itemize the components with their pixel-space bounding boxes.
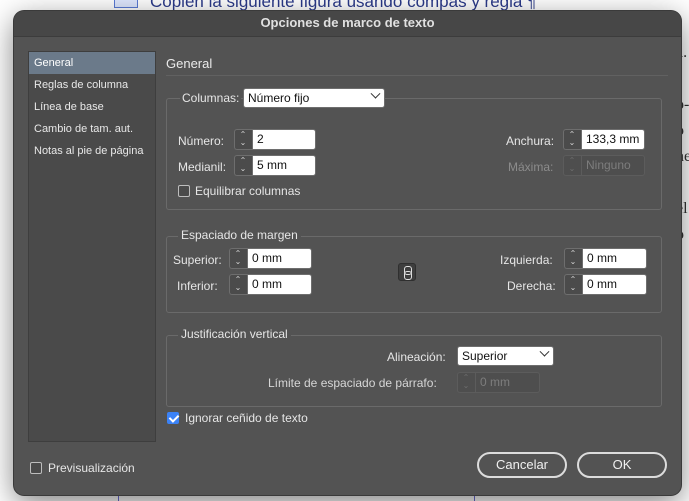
ignore-text-wrap-label[interactable]: Ignorar ceñido de texto xyxy=(185,411,308,425)
number-label: Número: xyxy=(178,134,225,148)
stepper-down-icon: ⌄ xyxy=(462,381,470,390)
chevron-down-icon xyxy=(539,346,550,357)
width-label: Anchura: xyxy=(506,134,555,148)
inset-top-input[interactable]: 0 mm xyxy=(247,248,312,269)
number-input[interactable]: 2 xyxy=(252,129,316,150)
inset-right-stepper[interactable]: ⌃ ⌄ xyxy=(564,274,582,295)
gutter-stepper[interactable]: ⌃ ⌄ xyxy=(234,155,252,176)
section-title: General xyxy=(166,56,213,71)
chevron-down-icon xyxy=(370,88,381,99)
balance-columns-label[interactable]: Equilibrar columnas xyxy=(195,184,300,198)
stepper-down-icon[interactable]: ⌄ xyxy=(569,258,577,266)
stepper-down-icon[interactable]: ⌄ xyxy=(568,139,576,147)
inset-spacing-title: Espaciado de margen xyxy=(178,228,301,242)
inset-top-label: Superior: xyxy=(173,253,222,267)
max-field: ⌃ ⌄ Ninguno xyxy=(563,155,645,176)
stepper-down-icon[interactable]: ⌄ xyxy=(234,258,242,266)
vertical-justification-group: Justificación vertical Alineación: Super… xyxy=(166,327,662,407)
spacing-limit-input: 0 mm xyxy=(475,372,540,393)
inset-right-field[interactable]: ⌃ ⌄ 0 mm xyxy=(564,274,647,295)
chain-link-icon[interactable] xyxy=(398,263,416,281)
max-input: Ninguno xyxy=(581,155,645,176)
inset-left-stepper[interactable]: ⌃ ⌄ xyxy=(564,248,582,269)
inset-top-field[interactable]: ⌃ ⌄ 0 mm xyxy=(229,248,312,269)
sidebar-item-column-rules[interactable]: Reglas de columna xyxy=(29,74,155,96)
alignment-select[interactable]: Superior xyxy=(457,346,554,366)
stepper-down-icon[interactable]: ⌄ xyxy=(239,139,247,147)
gutter-field[interactable]: ⌃ ⌄ 5 mm xyxy=(234,155,316,176)
dialog-title: Opciones de marco de texto xyxy=(14,11,681,37)
stepper-down-icon: ⌄ xyxy=(568,164,576,173)
gutter-label: Medianil: xyxy=(178,160,227,174)
inset-left-label: Izquierda: xyxy=(500,253,553,267)
inset-bottom-label: Inferior: xyxy=(177,279,218,293)
inset-bottom-field[interactable]: ⌃ ⌄ 0 mm xyxy=(229,274,312,295)
inset-right-label: Derecha: xyxy=(507,279,556,293)
columns-type-select[interactable]: Número fijo xyxy=(243,88,385,108)
max-stepper: ⌃ ⌄ xyxy=(563,155,581,176)
cancel-button[interactable]: Cancelar xyxy=(477,452,567,478)
sidebar: General Reglas de columna Línea de base … xyxy=(28,51,156,442)
inset-right-input[interactable]: 0 mm xyxy=(582,274,647,295)
width-field[interactable]: ⌃ ⌄ 133,3 mm xyxy=(563,129,645,150)
balance-columns-checkbox[interactable] xyxy=(178,185,190,197)
sidebar-item-baseline[interactable]: Línea de base xyxy=(29,96,155,118)
inset-left-input[interactable]: 0 mm xyxy=(582,248,647,269)
sidebar-item-auto-size[interactable]: Cambio de tam. aut. xyxy=(29,118,155,140)
inset-bottom-input[interactable]: 0 mm xyxy=(247,274,312,295)
gutter-input[interactable]: 5 mm xyxy=(252,155,316,176)
width-input[interactable]: 133,3 mm xyxy=(581,129,645,150)
max-label: Máxima: xyxy=(508,160,554,174)
sidebar-item-footnotes[interactable]: Notas al pie de página xyxy=(29,140,155,162)
number-stepper[interactable]: ⌃ ⌄ xyxy=(234,129,252,150)
inset-bottom-stepper[interactable]: ⌃ ⌄ xyxy=(229,274,247,295)
alignment-value: Superior xyxy=(462,349,508,363)
paragraph-marker xyxy=(114,0,138,8)
stepper-down-icon[interactable]: ⌄ xyxy=(569,284,577,292)
columns-type-value: Número fijo xyxy=(248,91,310,105)
columns-group: Columnas: Número fijo Número: ⌃ ⌄ 2 Medi… xyxy=(166,88,662,210)
ignore-text-wrap-checkbox[interactable] xyxy=(167,412,179,424)
preview-label[interactable]: Previsualización xyxy=(48,461,135,475)
spacing-limit-label: Límite de espaciado de párrafo: xyxy=(268,376,437,390)
stepper-down-icon[interactable]: ⌄ xyxy=(239,165,247,173)
text-frame-options-dialog: Opciones de marco de texto General Regla… xyxy=(14,11,681,495)
preview-checkbox[interactable] xyxy=(30,462,42,474)
inset-top-stepper[interactable]: ⌃ ⌄ xyxy=(229,248,247,269)
vertical-justification-title: Justificación vertical xyxy=(178,327,291,341)
section-divider xyxy=(166,75,668,76)
number-field[interactable]: ⌃ ⌄ 2 xyxy=(234,129,316,150)
columns-label: Columnas: xyxy=(180,91,242,105)
stepper-down-icon[interactable]: ⌄ xyxy=(234,284,242,292)
spacing-limit-field: ⌃ ⌄ 0 mm xyxy=(457,372,540,393)
width-stepper[interactable]: ⌃ ⌄ xyxy=(563,129,581,150)
sidebar-item-general[interactable]: General xyxy=(29,52,155,74)
inset-left-field[interactable]: ⌃ ⌄ 0 mm xyxy=(564,248,647,269)
ok-button[interactable]: OK xyxy=(577,452,667,478)
alignment-label: Alineación: xyxy=(387,350,446,364)
spacing-limit-stepper: ⌃ ⌄ xyxy=(457,372,475,393)
